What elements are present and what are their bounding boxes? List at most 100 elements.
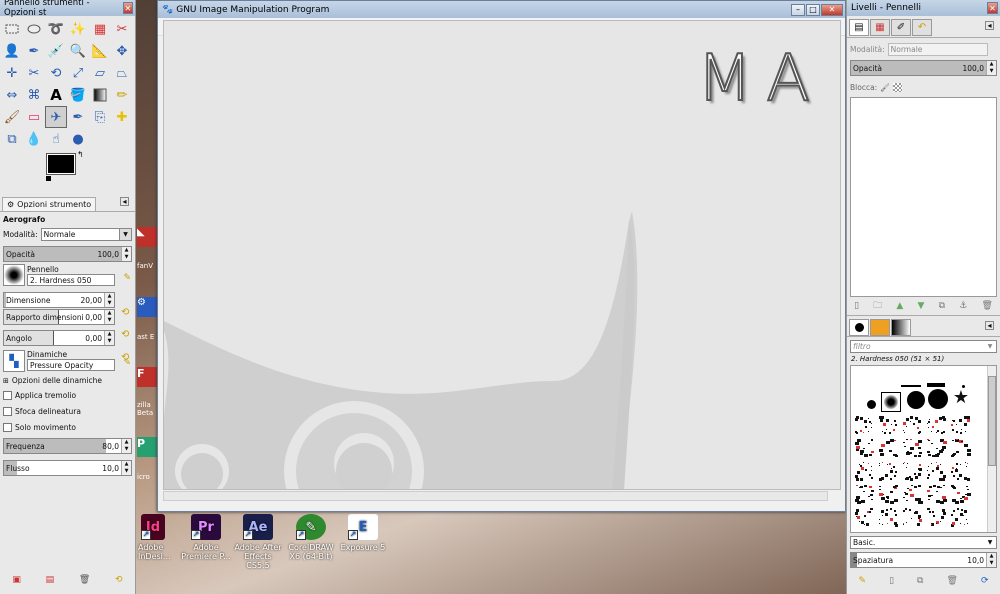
- layer-opacity-slider[interactable]: Opacità 100,0 ▲ ▼: [850, 60, 997, 76]
- swap-colors-icon[interactable]: ↰: [77, 150, 84, 159]
- blend-icon[interactable]: [89, 84, 111, 106]
- brush-thumbnail[interactable]: [927, 508, 947, 528]
- dynamics-options-expander[interactable]: ⊞ Opzioni delle dinamiche: [0, 374, 135, 387]
- brush-thumbnail[interactable]: [951, 416, 971, 436]
- pencil-icon[interactable]: ✏: [111, 84, 133, 106]
- size-slider[interactable]: Dimensione 20,00 ▲ ▼: [3, 292, 115, 308]
- paths-tab-icon[interactable]: ✐: [891, 19, 911, 36]
- edit-brush-icon[interactable]: ✎: [123, 273, 131, 283]
- close-icon[interactable]: ✕: [122, 2, 133, 14]
- lock-pixels-icon[interactable]: 🖌: [880, 83, 890, 92]
- brush-thumbnail[interactable]: [879, 485, 899, 505]
- spin-arrows-icon[interactable]: ▲ ▼: [986, 553, 996, 567]
- scissors-icon[interactable]: ✂: [111, 18, 133, 40]
- horizontal-scrollbar[interactable]: [163, 491, 828, 501]
- brush-thumbnail[interactable]: [903, 439, 923, 459]
- brush-thumbnail[interactable]: [879, 462, 899, 482]
- bucket-fill-icon[interactable]: 🪣: [67, 84, 89, 106]
- jitter-checkbox[interactable]: [3, 390, 12, 400]
- smudge-icon[interactable]: ☝: [45, 128, 67, 150]
- save-options-icon[interactable]: ▣: [12, 575, 21, 585]
- toolbox-titlebar[interactable]: Pannello strumenti - Opzioni st ✕: [0, 0, 135, 18]
- default-colors-icon[interactable]: [46, 176, 54, 184]
- lock-alpha-icon[interactable]: [892, 82, 902, 92]
- brush-thumbnail[interactable]: ★: [951, 388, 971, 408]
- brush-thumbnail[interactable]: [855, 508, 875, 528]
- angle-slider[interactable]: Angolo 0,00 ▲ ▼: [3, 330, 115, 346]
- brush-field[interactable]: 2. Hardness 050: [27, 274, 115, 286]
- brush-thumbnail[interactable]: [927, 439, 947, 459]
- spin-arrows-icon[interactable]: ▲ ▼: [104, 293, 114, 307]
- brush-thumbnail[interactable]: [951, 485, 971, 505]
- delete-options-icon[interactable]: 🗑: [79, 575, 90, 585]
- ink-icon[interactable]: ✒: [67, 106, 89, 128]
- brush-thumbnail[interactable]: [879, 508, 899, 528]
- spacing-slider[interactable]: Spaziatura 10,0 ▲ ▼: [850, 552, 997, 568]
- brush-thumbnail[interactable]: [855, 439, 875, 459]
- minimize-icon[interactable]: –: [791, 3, 805, 16]
- desktop-icon-indesign[interactable]: Id ↗ Adobe InDesi...: [138, 514, 171, 561]
- anchor-icon[interactable]: ⚓: [959, 301, 967, 311]
- clone-icon[interactable]: ⎘: [89, 106, 111, 128]
- brush-thumbnail[interactable]: [903, 508, 923, 528]
- brush-thumbnail[interactable]: [927, 485, 947, 505]
- color-select-icon[interactable]: ▦: [89, 18, 111, 40]
- measure-icon[interactable]: 📐: [89, 40, 111, 62]
- app-icon[interactable]: ⚙: [137, 297, 157, 317]
- smooth-checkbox[interactable]: [3, 406, 12, 416]
- eraser-icon[interactable]: ▭: [23, 106, 45, 128]
- new-layer-icon[interactable]: ▯: [854, 301, 859, 311]
- move-icon[interactable]: ✥: [111, 40, 133, 62]
- reset-size-icon[interactable]: ⟲: [121, 307, 131, 319]
- perspective-icon[interactable]: ⏢: [111, 62, 133, 84]
- gimp-titlebar[interactable]: 🐾 GNU Image Manipulation Program – □ ✕: [158, 1, 845, 18]
- reset-options-icon[interactable]: ⟲: [115, 575, 123, 585]
- scale-icon[interactable]: ⤢: [67, 62, 89, 84]
- brush-preset-select[interactable]: Basic. ▼: [850, 536, 997, 549]
- restore-options-icon[interactable]: ▤: [46, 575, 55, 585]
- perspective-clone-icon[interactable]: ⧉: [1, 128, 23, 150]
- image-canvas[interactable]: MA: [163, 20, 841, 490]
- rect-select-icon[interactable]: [1, 18, 23, 40]
- app-icon[interactable]: ◣: [137, 227, 157, 247]
- paintbrush-icon[interactable]: 🖌: [1, 106, 23, 128]
- delete-brush-icon[interactable]: 🗑: [946, 576, 957, 586]
- layers-list[interactable]: [850, 97, 997, 297]
- incremental-checkbox[interactable]: [3, 422, 12, 432]
- free-select-icon[interactable]: ➰: [45, 18, 67, 40]
- brush-thumbnail[interactable]: [927, 462, 947, 482]
- desktop-icon-after-effects[interactable]: Ae ↗ Adobe After Effects CS5.5: [232, 514, 284, 570]
- brush-thumbnail[interactable]: [903, 485, 923, 505]
- gradients-tab-icon[interactable]: [891, 319, 911, 336]
- brush-thumbnail[interactable]: [861, 394, 881, 414]
- brushes-tab-icon[interactable]: [849, 319, 869, 336]
- incremental-row[interactable]: Solo movimento: [0, 419, 135, 435]
- brush-thumbnail[interactable]: [951, 462, 971, 482]
- edit-dynamics-icon[interactable]: ✎: [123, 358, 131, 368]
- desktop-icon-premiere[interactable]: Pr ↗ Adobe Premiere P...: [180, 514, 232, 561]
- panel-menu-icon[interactable]: ◂: [120, 197, 129, 206]
- color-picker-icon[interactable]: 💉: [45, 40, 67, 62]
- layers-tab-icon[interactable]: ▤: [849, 19, 869, 36]
- shear-icon[interactable]: ▱: [89, 62, 111, 84]
- airbrush-icon[interactable]: ✈: [45, 106, 67, 128]
- opacity-slider[interactable]: Opacità 100,0 ▲ ▼: [3, 246, 132, 262]
- new-brush-icon[interactable]: ▯: [889, 576, 894, 586]
- heal-icon[interactable]: ✚: [111, 106, 133, 128]
- maximize-icon[interactable]: □: [806, 3, 820, 16]
- channels-tab-icon[interactable]: ▦: [870, 19, 890, 36]
- brush-thumbnail[interactable]: [951, 439, 971, 459]
- new-group-icon[interactable]: 🗀: [873, 298, 882, 314]
- raise-layer-icon[interactable]: ▲: [896, 301, 903, 311]
- panel-menu-icon[interactable]: ◂: [985, 321, 994, 330]
- tab-tool-options[interactable]: ⚙ Opzioni strumento: [2, 197, 97, 211]
- brush-preview[interactable]: [3, 264, 25, 286]
- spin-arrows-icon[interactable]: ▲ ▼: [121, 439, 131, 453]
- desktop-icon-exposure[interactable]: E ↗ Exposure 5: [340, 514, 386, 552]
- brushes-grid[interactable]: ★: [850, 365, 997, 533]
- app-icon[interactable]: F: [137, 367, 157, 387]
- delete-layer-icon[interactable]: 🗑: [981, 301, 992, 311]
- brush-thumbnail[interactable]: [879, 416, 899, 436]
- rotate-icon[interactable]: ⟲: [45, 62, 67, 84]
- dynamics-icon[interactable]: ▚: [3, 350, 25, 372]
